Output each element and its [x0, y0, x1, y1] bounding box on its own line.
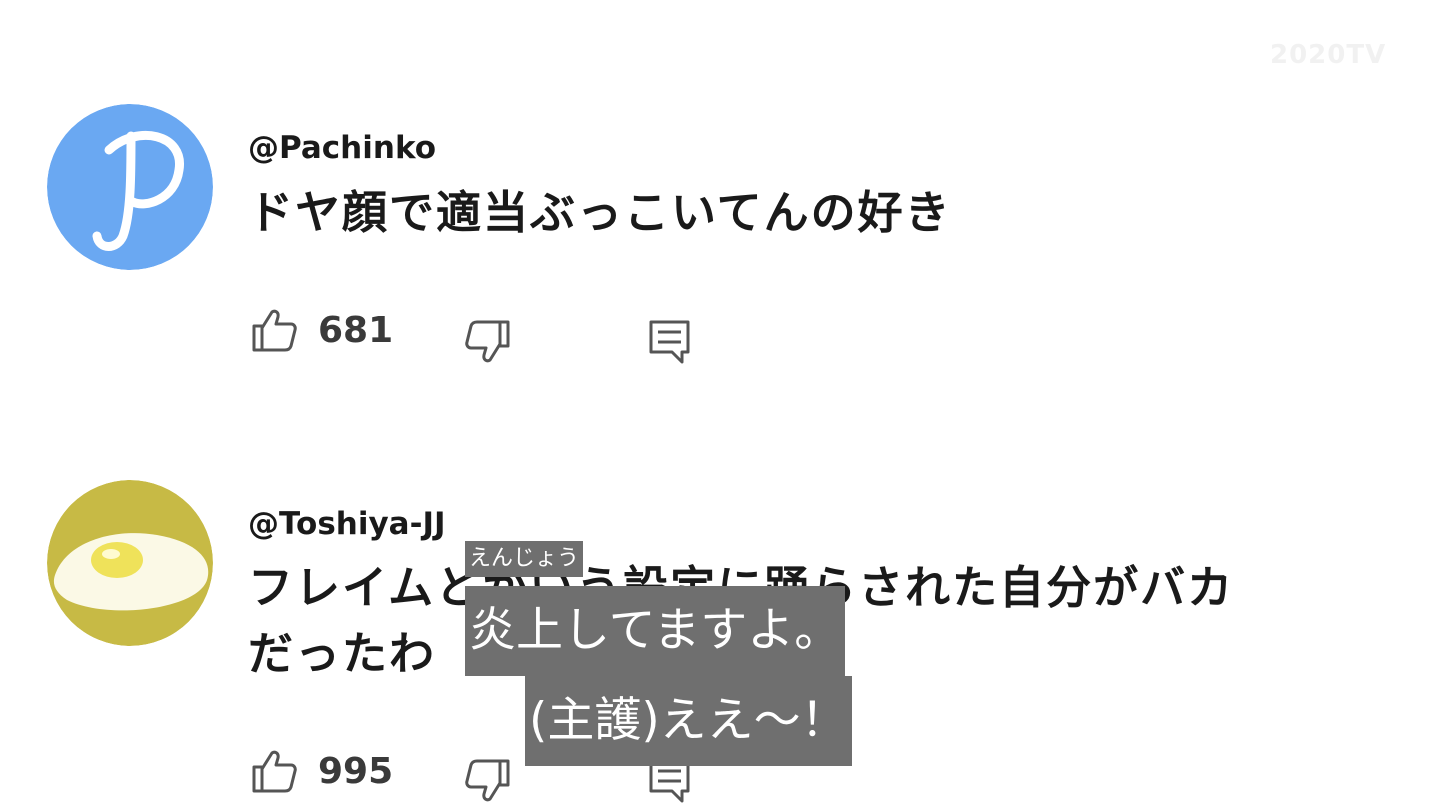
subtitle-line-1: 炎上してますよ。 — [465, 586, 846, 676]
comment-author-handle[interactable]: @Pachinko — [248, 130, 436, 166]
comment-reply-icon — [649, 320, 690, 364]
thumbs-down-icon — [465, 759, 510, 802]
reply-button[interactable] — [648, 318, 692, 366]
thumbs-down-icon — [465, 320, 510, 363]
subtitle-line-2: (主護)ええ～！ — [525, 676, 852, 766]
thumbs-up-icon — [252, 309, 297, 352]
comment-text: ドヤ顔で適当ぶっこいてんの好き — [248, 180, 952, 246]
comment-text-line: ドヤ顔で適当ぶっこいてんの好き — [248, 186, 952, 239]
channel-watermark: 2020TV — [1270, 40, 1387, 70]
dislike-button[interactable] — [464, 318, 512, 366]
fried-egg-icon — [47, 480, 213, 646]
thumbs-up-icon — [252, 750, 297, 793]
dislike-button[interactable] — [464, 757, 512, 805]
like-count: 995 — [318, 750, 394, 792]
comment-author-handle[interactable]: @Toshiya-JJ — [248, 506, 446, 542]
avatar-p-logo-icon — [47, 104, 213, 270]
avatar-toshiya-jj[interactable] — [47, 480, 213, 646]
like-count: 681 — [318, 309, 394, 351]
avatar-pachinko[interactable] — [47, 104, 213, 270]
subtitle-ruby: えんじょう — [465, 541, 584, 577]
video-frame: 2020TV @Pachinko ドヤ顔で適当ぶっこいてんの好き 681 @To… — [0, 0, 1440, 810]
like-button[interactable]: 995 — [250, 747, 393, 795]
like-button[interactable]: 681 — [250, 306, 393, 354]
